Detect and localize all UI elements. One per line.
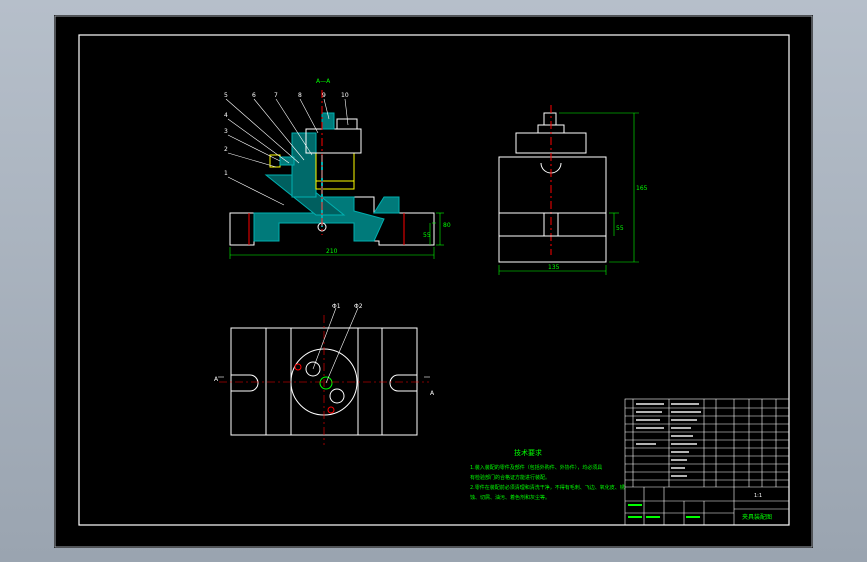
right-slot <box>389 374 417 392</box>
hole-label-2: Φ2 <box>354 303 363 310</box>
dim-side-width: 135 <box>548 264 560 271</box>
hole-label-1: Φ1 <box>332 303 341 310</box>
part-no-1: 1 <box>224 170 228 177</box>
part-no-3: 3 <box>224 128 228 135</box>
title-block <box>624 398 790 526</box>
part-no-5: 5 <box>224 92 228 99</box>
dim-side-height: 165 <box>636 185 648 192</box>
scale-value: 1:1 <box>754 493 762 499</box>
left-slot <box>231 374 259 392</box>
clamp-block <box>336 118 358 130</box>
part-no-8: 8 <box>298 92 302 99</box>
front-section-view <box>229 90 435 246</box>
side-dimensions <box>498 112 639 275</box>
drawing-sheet: 5 6 7 8 9 10 4 3 2 1 A—A 210 80 55 135 1… <box>54 15 813 548</box>
part-no-4: 4 <box>224 112 228 119</box>
tech-req-line-1: 1.装入装配的零件及部件（包括外购件、外协件），均必须具 <box>470 464 602 471</box>
tech-req-line-3: 2.零件在装配前必须清理和清洗干净，不得有毛刺、飞边、氧化皮、锈 <box>470 484 625 491</box>
dim-height-55: 55 <box>423 232 431 239</box>
hatch-base-right <box>373 196 400 214</box>
tech-req-line-4: 蚀、切屑、油污、着色剂和灰尘等。 <box>470 494 550 501</box>
drawing-canvas: 5 6 7 8 9 10 4 3 2 1 A—A 210 80 55 135 1… <box>54 15 813 548</box>
title-block-outline <box>624 398 790 526</box>
side-view <box>498 105 607 263</box>
part-no-2: 2 <box>224 146 228 153</box>
dim-height-80: 80 <box>443 222 451 229</box>
side-nut <box>543 112 557 126</box>
section-title: A—A <box>316 78 331 85</box>
top-centerlines <box>219 315 429 445</box>
part-no-9: 9 <box>322 92 326 99</box>
drawing-name: 夹具装配图 <box>742 513 772 521</box>
part-no-6: 6 <box>252 92 256 99</box>
sheet-trim <box>54 15 813 548</box>
hole-3 <box>329 388 345 404</box>
tech-req-title: 技术要求 <box>514 448 542 457</box>
tech-req-line-2: 有检验部门的合格证方能进行装配。 <box>470 474 550 481</box>
part-no-10: 10 <box>341 92 349 99</box>
part-no-7: 7 <box>274 92 278 99</box>
dim-side-base: 55 <box>616 225 624 232</box>
dim-width-210: 210 <box>326 248 338 255</box>
section-mark-right: A <box>430 390 435 397</box>
